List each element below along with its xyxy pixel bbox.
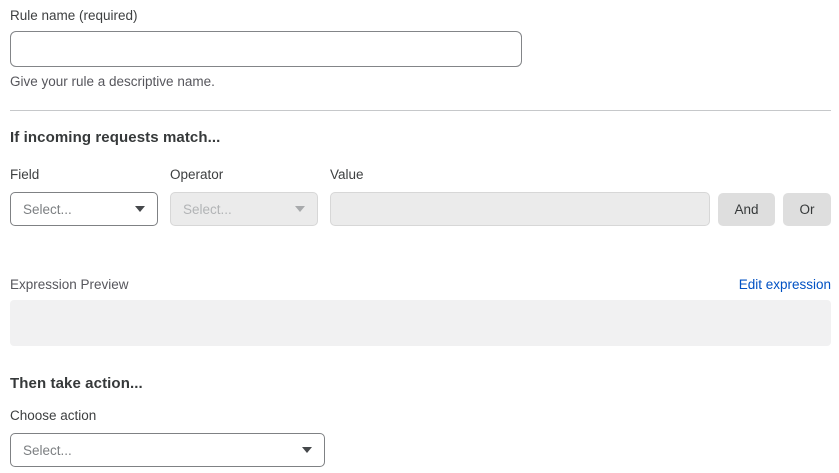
rule-name-helper-text: Give your rule a descriptive name.	[10, 74, 831, 89]
or-button[interactable]: Or	[783, 193, 831, 226]
edit-expression-link[interactable]: Edit expression	[739, 277, 831, 292]
chevron-down-icon	[135, 206, 145, 212]
expression-preview-box	[10, 300, 831, 346]
match-section-heading: If incoming requests match...	[10, 129, 831, 146]
condition-column-labels: Field Operator Value	[10, 167, 831, 182]
value-input	[330, 192, 710, 226]
rule-name-input[interactable]	[10, 31, 522, 67]
chevron-down-icon	[295, 206, 305, 212]
operator-select-placeholder: Select...	[183, 202, 232, 217]
operator-column-label: Operator	[170, 167, 318, 182]
chevron-down-icon	[302, 447, 312, 453]
and-button[interactable]: And	[718, 193, 775, 226]
expression-preview-label: Expression Preview	[10, 277, 129, 292]
expression-preview-header: Expression Preview Edit expression	[10, 277, 831, 292]
field-select[interactable]: Select...	[10, 192, 158, 226]
action-select-placeholder: Select...	[23, 443, 72, 458]
field-column-label: Field	[10, 167, 158, 182]
rule-name-label: Rule name (required)	[10, 8, 831, 23]
value-column-label: Value	[330, 167, 710, 182]
field-select-placeholder: Select...	[23, 202, 72, 217]
action-select[interactable]: Select...	[10, 433, 325, 467]
operator-select: Select...	[170, 192, 318, 226]
section-divider	[10, 110, 831, 111]
choose-action-label: Choose action	[10, 408, 831, 423]
condition-row: Select... Select... And Or	[10, 192, 831, 226]
rule-creation-form: Rule name (required) Give your rule a de…	[0, 0, 839, 473]
action-section-heading: Then take action...	[10, 375, 831, 392]
